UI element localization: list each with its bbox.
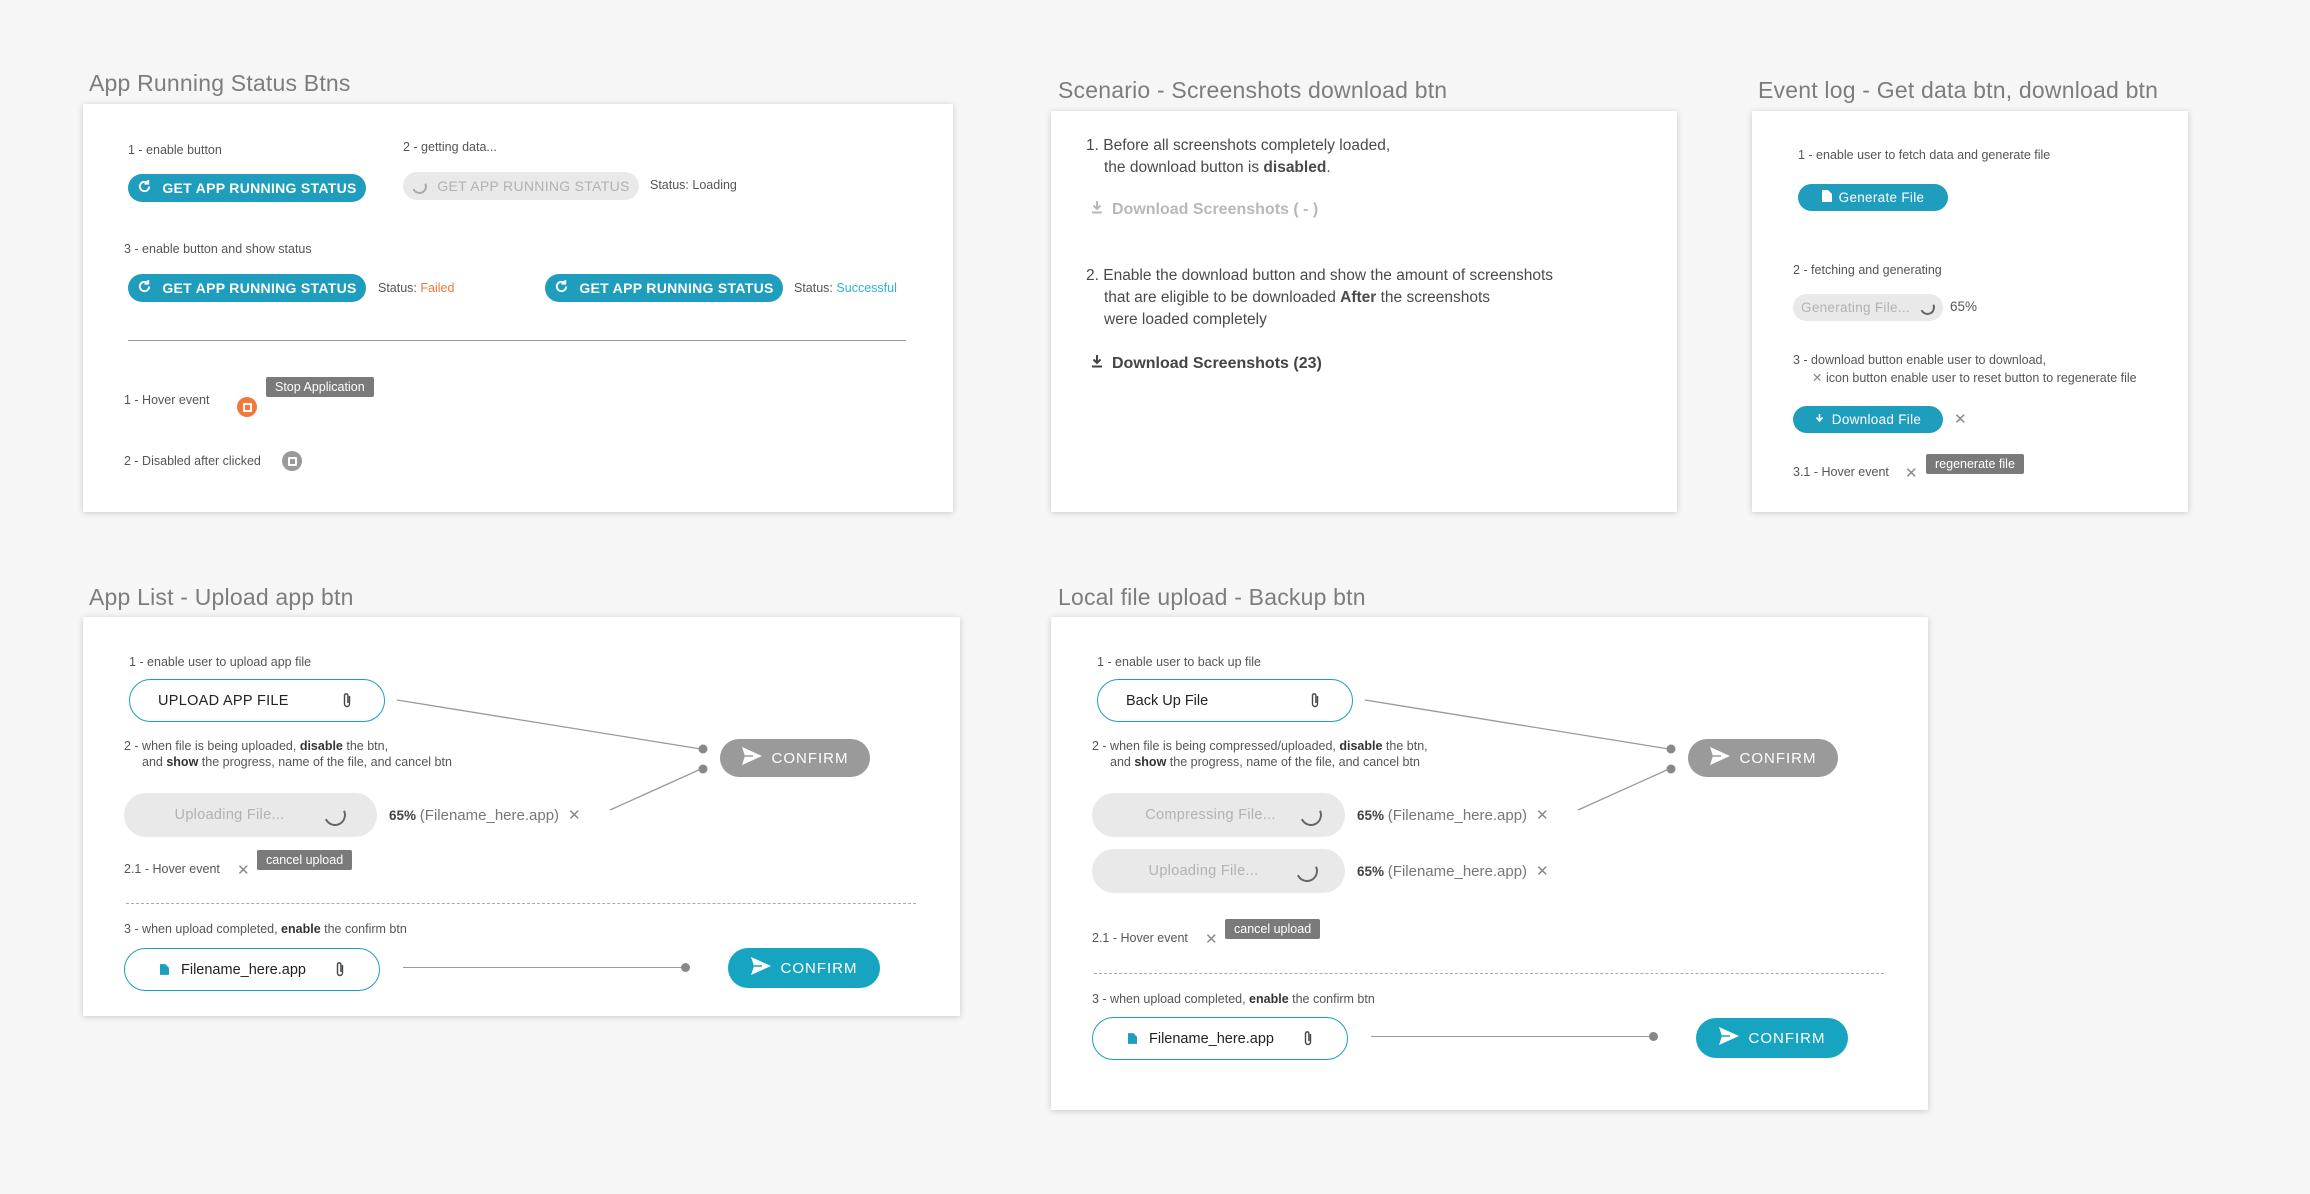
disabled-after-clicked-label: 2 - Disabled after clicked bbox=[124, 454, 261, 468]
regenerate-file-tooltip: regenerate file bbox=[1926, 454, 2024, 474]
button-label: Generate File bbox=[1838, 190, 1925, 205]
download-icon bbox=[1090, 354, 1104, 373]
regenerate-close-icon[interactable]: ✕ bbox=[1954, 412, 1967, 427]
status-successful-value: Successful bbox=[836, 281, 897, 295]
text: . bbox=[1326, 159, 1331, 176]
scenario-step2-line3: were loaded completely bbox=[1104, 311, 1267, 328]
section-title-app-running-status: App Running Status Btns bbox=[89, 70, 351, 96]
scenario-step1-line1: 1. Before all screenshots completely loa… bbox=[1086, 137, 1391, 154]
stop-application-button[interactable] bbox=[237, 397, 257, 417]
button-label: Generating File... bbox=[1801, 300, 1910, 315]
loading-spinner-icon bbox=[410, 176, 430, 196]
download-icon bbox=[1815, 412, 1824, 427]
download-file-button[interactable]: Download File bbox=[1793, 406, 1943, 433]
text: icon button enable user to reset button … bbox=[1825, 371, 2137, 385]
status-successful: Status: Successful bbox=[794, 281, 897, 295]
download-screenshots-button[interactable]: Download Screenshots (23) bbox=[1090, 354, 1322, 373]
connector-lines bbox=[396, 699, 708, 811]
download-icon bbox=[1090, 200, 1104, 219]
button-label: Download File bbox=[1831, 412, 1922, 427]
scenario-step2-line2: that are eligible to be downloaded After… bbox=[1104, 287, 1490, 309]
hover-event-label: 1 - Hover event bbox=[124, 393, 210, 407]
step1-label: 1 - enable button bbox=[128, 143, 222, 157]
status-prefix: Status: bbox=[378, 281, 417, 295]
file-icon bbox=[1821, 190, 1832, 205]
stop-icon bbox=[242, 402, 252, 412]
event-log-panel: 1 - enable user to fetch data and genera… bbox=[1752, 111, 2188, 512]
refresh-icon bbox=[554, 279, 569, 297]
text: the screenshots bbox=[1376, 289, 1491, 306]
get-app-running-status-button[interactable]: GET APP RUNNING STATUS bbox=[128, 174, 366, 202]
text-bold: disabled bbox=[1263, 159, 1327, 176]
regenerate-close-icon-hover[interactable]: ✕ bbox=[1905, 466, 1918, 481]
loading-spinner-icon bbox=[1917, 297, 1938, 318]
section-title-event-log: Event log - Get data btn, download btn bbox=[1758, 77, 2159, 103]
local-file-upload-panel: 1 - enable user to back up file Back Up … bbox=[1051, 617, 1928, 1110]
event-hover-label: 3.1 - Hover event bbox=[1793, 465, 1889, 479]
get-app-running-status-button-failed[interactable]: GET APP RUNNING STATUS bbox=[128, 274, 366, 302]
step3-label: 3 - enable button and show status bbox=[124, 242, 312, 256]
status-prefix: Status: bbox=[794, 281, 833, 295]
text-bold: After bbox=[1340, 289, 1377, 306]
app-list-upload-panel: 1 - enable user to upload app file UPLOA… bbox=[83, 617, 960, 1016]
stop-application-tooltip: Stop Application bbox=[266, 377, 374, 397]
connector-lines bbox=[1364, 699, 1676, 811]
status-failed: Status: Failed bbox=[378, 281, 454, 295]
generate-file-button-loading: Generating File... bbox=[1793, 294, 1943, 321]
button-label: Download Screenshots (23) bbox=[1112, 354, 1322, 372]
step2-label: 2 - getting data... bbox=[403, 140, 497, 154]
get-app-running-status-button-loading: GET APP RUNNING STATUS bbox=[403, 172, 639, 200]
button-label: GET APP RUNNING STATUS bbox=[437, 178, 630, 194]
section-title-local-file-upload: Local file upload - Backup btn bbox=[1058, 584, 1366, 610]
button-label: GET APP RUNNING STATUS bbox=[162, 180, 357, 196]
button-label: GET APP RUNNING STATUS bbox=[162, 280, 357, 296]
section-title-app-list-upload: App List - Upload app btn bbox=[89, 584, 354, 610]
generating-progress: 65% bbox=[1950, 299, 1978, 314]
get-app-running-status-button-success[interactable]: GET APP RUNNING STATUS bbox=[545, 274, 783, 302]
event-step1-label: 1 - enable user to fetch data and genera… bbox=[1798, 148, 2051, 162]
status-loading: Status: Loading bbox=[650, 178, 737, 192]
refresh-icon bbox=[137, 179, 152, 197]
close-icon: ✕ bbox=[1812, 371, 1823, 385]
event-step3-line1: 3 - download button enable user to downl… bbox=[1793, 353, 2046, 367]
event-step3-line2: ✕ icon button enable user to reset butto… bbox=[1812, 370, 2137, 385]
app-running-status-panel: 1 - enable button GET APP RUNNING STATUS… bbox=[83, 104, 953, 512]
refresh-icon bbox=[137, 279, 152, 297]
scenario-step2-line1: 2. Enable the download button and show t… bbox=[1086, 267, 1554, 284]
button-label: GET APP RUNNING STATUS bbox=[579, 280, 774, 296]
text: that are eligible to be downloaded bbox=[1104, 289, 1341, 306]
scenario-step1-line2: the download button is disabled. bbox=[1104, 157, 1331, 179]
status-failed-value: Failed bbox=[420, 281, 455, 295]
section-title-screenshots-download: Scenario - Screenshots download btn bbox=[1058, 77, 1448, 103]
stop-application-button-disabled bbox=[282, 451, 302, 471]
stop-icon bbox=[287, 456, 297, 466]
button-label: Download Screenshots ( - ) bbox=[1112, 200, 1319, 218]
event-step2-label: 2 - fetching and generating bbox=[1793, 263, 1942, 277]
screenshots-download-panel: 1. Before all screenshots completely loa… bbox=[1051, 111, 1677, 512]
generate-file-button[interactable]: Generate File bbox=[1798, 184, 1948, 211]
text: the download button is bbox=[1104, 159, 1264, 176]
download-screenshots-button-disabled: Download Screenshots ( - ) bbox=[1090, 200, 1318, 219]
divider bbox=[128, 340, 906, 341]
